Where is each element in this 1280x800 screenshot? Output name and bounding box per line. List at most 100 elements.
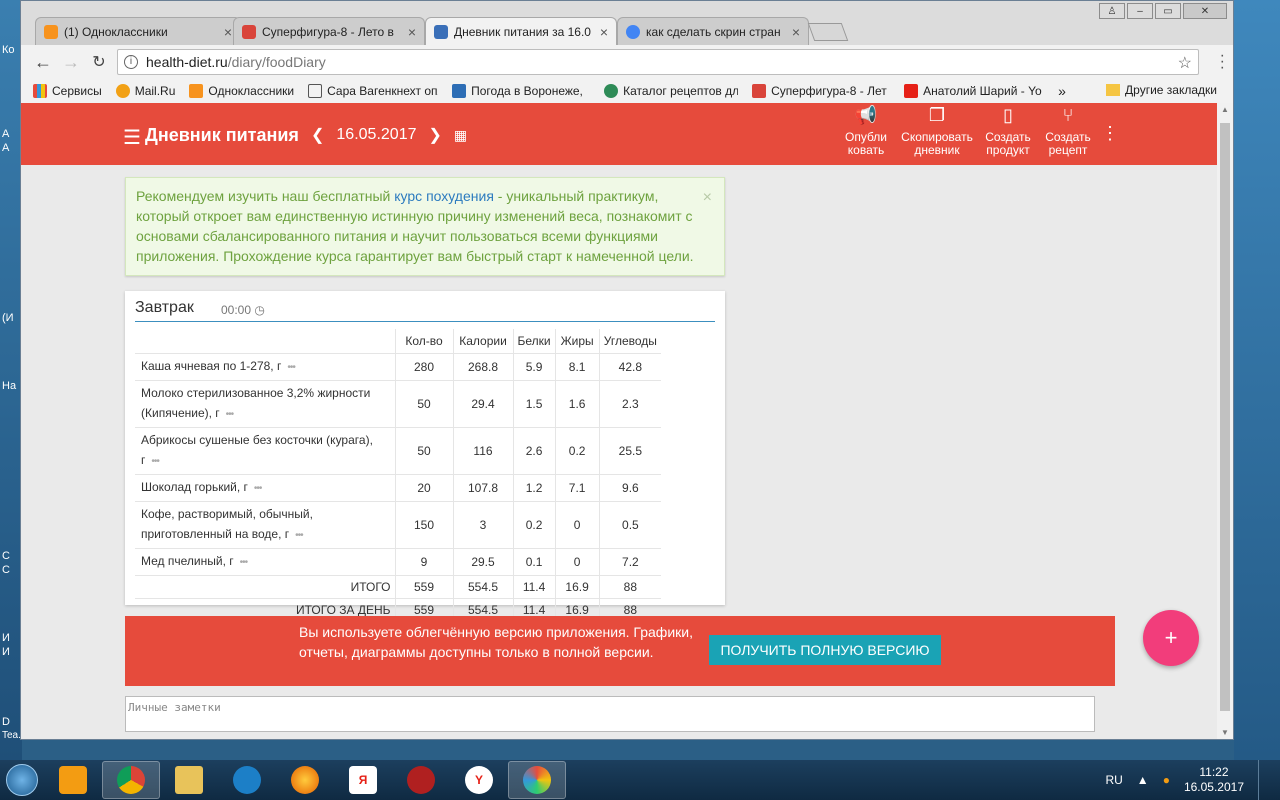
weather-icon — [452, 84, 467, 98]
bookmarks-overflow-button[interactable]: » — [1058, 83, 1066, 99]
cell-fat: 0 — [554, 500, 600, 548]
taskbar-media-player[interactable] — [44, 761, 102, 799]
table-row[interactable]: Кофе, растворимый, обычный, приготовленн… — [135, 500, 662, 548]
table-row[interactable]: Мед пчелиный, г ••• 9 29.5 0.1 0 7.2 — [135, 547, 662, 575]
tray-app-icon[interactable]: ● — [1163, 773, 1170, 787]
more-options-icon[interactable]: ••• — [254, 483, 262, 494]
add-button[interactable]: + — [1143, 610, 1199, 666]
tab-close-icon[interactable]: × — [600, 24, 608, 40]
cell-qty[interactable]: 20 — [394, 473, 453, 501]
browser-menu-icon[interactable]: · · · — [1220, 48, 1225, 76]
tab-superfigura[interactable]: Суперфигура-8 - Лето в × — [233, 17, 425, 45]
back-button[interactable]: ← — [29, 52, 57, 73]
meal-time[interactable]: 00:00 ◷ — [221, 303, 265, 317]
cell-protein: 1.2 — [512, 473, 556, 501]
other-bookmarks[interactable]: Другие закладки — [1106, 83, 1217, 97]
bookmark-label: Сервисы — [52, 84, 102, 98]
personal-notes-input[interactable]: Личные заметки — [125, 696, 1095, 732]
cell-qty[interactable]: 50 — [394, 426, 453, 474]
folder-icon — [1106, 84, 1121, 96]
tab-close-icon[interactable]: × — [408, 24, 416, 40]
table-row[interactable]: Молоко стерилизованное 3,2% жирности (Ки… — [135, 379, 662, 427]
prev-day-icon[interactable]: ❮ — [311, 125, 324, 145]
tab-label: Дневник питания за 16.0 — [454, 25, 591, 39]
heart-icon — [242, 24, 256, 39]
taskbar-yandex[interactable]: Я — [334, 761, 392, 799]
breakfast-card: Завтрак 00:00 ◷ Кол-во Калории Белки Жир… — [125, 291, 725, 621]
weight-loss-course-link[interactable]: курс похудения — [394, 188, 494, 204]
publish-button[interactable]: 📢 Опубли ковать — [839, 106, 893, 157]
taskbar-chrome[interactable] — [102, 761, 160, 799]
more-options-icon[interactable]: ••• — [151, 456, 159, 467]
new-tab-button[interactable] — [807, 23, 849, 41]
cell-qty[interactable]: 150 — [394, 500, 453, 548]
tray-arrow-icon[interactable]: ▲ — [1137, 773, 1149, 787]
firefox-icon — [291, 766, 319, 794]
start-button[interactable] — [0, 760, 44, 800]
tab-food-diary[interactable]: Дневник питания за 16.0 × — [425, 17, 617, 46]
next-day-icon[interactable]: ❯ — [428, 125, 441, 145]
more-options-icon[interactable]: ••• — [240, 557, 248, 568]
column-header-name — [135, 329, 395, 353]
tab-close-icon[interactable]: × — [792, 24, 800, 40]
bookmark-weather[interactable]: Погода в Воронеже, — [452, 84, 590, 98]
odnoklassniki-icon — [189, 84, 204, 98]
page-scrollbar[interactable]: ▲ ▼ — [1217, 103, 1233, 739]
close-window-button[interactable]: ✕ — [1183, 3, 1227, 19]
bookmark-services[interactable]: Сервисы — [33, 84, 102, 98]
taskbar-ccleaner[interactable] — [218, 761, 276, 799]
forward-button[interactable]: → — [57, 52, 85, 73]
taskbar-yandex-browser[interactable]: Y — [450, 761, 508, 799]
more-options-icon[interactable]: ••• — [295, 530, 303, 541]
bookmark-recipes[interactable]: Каталог рецептов дл — [604, 84, 738, 98]
create-recipe-button[interactable]: ⑂ Создать рецепт — [1041, 106, 1095, 157]
tab-google-search[interactable]: как сделать скрин стран × — [617, 17, 809, 45]
more-options-icon[interactable]: ••• — [287, 362, 295, 373]
taskbar-explorer[interactable] — [160, 761, 218, 799]
more-options-icon[interactable]: ••• — [226, 409, 234, 420]
maximize-button[interactable]: ▭ — [1155, 3, 1181, 19]
table-row[interactable]: Абрикосы сушеные без косточки (курага), … — [135, 426, 662, 474]
get-full-version-button[interactable]: ПОЛУЧИТЬ ПОЛНУЮ ВЕРСИЮ — [709, 635, 941, 665]
close-icon[interactable]: × — [703, 188, 712, 208]
table-row[interactable]: Шоколад горький, г ••• 20 107.8 1.2 7.1 9.6 — [135, 473, 662, 501]
menu-icon[interactable]: ☰ — [123, 125, 141, 150]
bookmark-wagenknecht[interactable]: Сара Вагенкнехт опя — [308, 84, 438, 98]
tab-odnoklassniki[interactable]: (1) Одноклассники × — [35, 17, 241, 45]
paint-icon — [523, 766, 551, 794]
reload-button[interactable]: ↻ — [85, 52, 113, 72]
show-desktop-button[interactable] — [1258, 760, 1270, 800]
bookmark-mailru[interactable]: Mail.Ru — [115, 84, 175, 98]
taskbar-game[interactable] — [392, 761, 450, 799]
clock[interactable]: 11:22 16.05.2017 — [1184, 765, 1244, 795]
more-vert-icon[interactable]: ⋮ — [1101, 123, 1119, 144]
scroll-thumb[interactable] — [1220, 123, 1230, 711]
cell-qty[interactable]: 50 — [394, 379, 453, 427]
user-icon[interactable]: ♙ — [1099, 3, 1125, 19]
address-bar[interactable]: i health-diet.ru/diary/foodDiary ☆ — [117, 49, 1199, 75]
table-row[interactable]: Каша ячневая по 1-278, г ••• 280 268.8 5.9 8.… — [135, 352, 662, 380]
tab-close-icon[interactable]: × — [224, 24, 232, 40]
cell-protein: 5.9 — [512, 352, 556, 380]
bookmark-odnoklassniki[interactable]: Одноклассники — [189, 84, 294, 98]
bookmark-star-icon[interactable]: ☆ — [1178, 53, 1192, 73]
taskbar-firefox[interactable] — [276, 761, 334, 799]
copy-diary-button[interactable]: ❐ Скопировать дневник — [899, 106, 975, 157]
cell-qty[interactable]: 9 — [394, 547, 453, 575]
bookmark-superfigura[interactable]: Суперфигура-8 - Лет — [752, 84, 890, 98]
cell-carbs: 7.2 — [598, 547, 662, 575]
scroll-down-icon[interactable]: ▼ — [1221, 728, 1229, 737]
document-icon: ▯ — [1003, 105, 1013, 125]
taskbar-paint[interactable] — [508, 761, 566, 799]
language-indicator[interactable]: RU — [1105, 773, 1122, 787]
minimize-button[interactable]: – — [1127, 3, 1153, 19]
bookmark-youtube[interactable]: Анатолий Шарий - Yo — [904, 84, 1044, 98]
create-product-button[interactable]: ▯ Создать продукт — [981, 105, 1035, 157]
cell-kcal: 107.8 — [452, 473, 513, 501]
calendar-icon[interactable]: ▦ — [454, 127, 467, 144]
scroll-up-icon[interactable]: ▲ — [1221, 105, 1229, 114]
info-icon[interactable]: i — [124, 55, 138, 69]
cell-qty[interactable]: 280 — [394, 352, 453, 380]
tab-label: как сделать скрин стран — [646, 24, 781, 39]
mailru-icon — [115, 84, 130, 98]
